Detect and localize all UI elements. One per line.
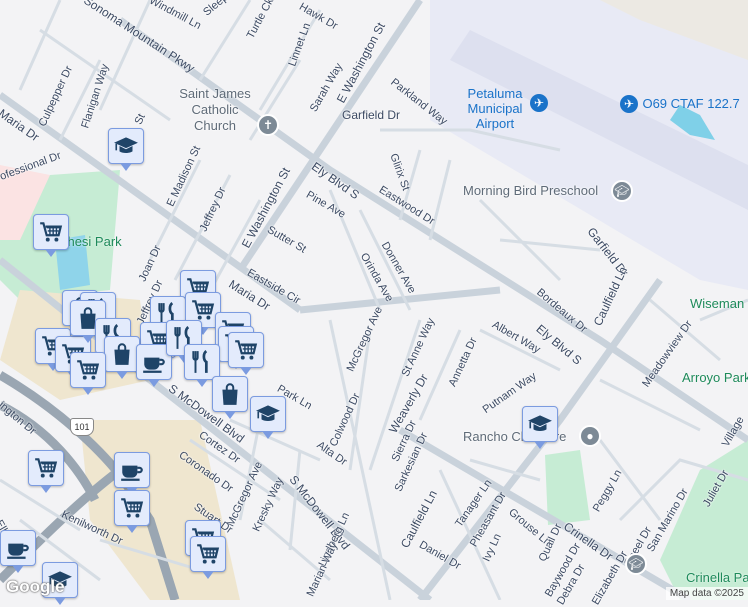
school-marker[interactable] bbox=[250, 396, 286, 439]
bag-marker[interactable] bbox=[104, 336, 140, 379]
preschool-poi[interactable]: Morning Bird Preschool 🎓︎ bbox=[463, 180, 633, 202]
school-icon bbox=[527, 411, 553, 437]
restaurant-icon bbox=[189, 349, 215, 375]
cart-icon bbox=[38, 219, 64, 245]
cart-marker[interactable] bbox=[228, 332, 264, 375]
airplane-icon: ✈ bbox=[530, 94, 548, 112]
street-label: Garfield Dr bbox=[342, 108, 401, 122]
church-poi[interactable]: Saint James Catholic Church ✝ bbox=[175, 86, 279, 136]
restaurant-marker[interactable] bbox=[184, 344, 220, 387]
park-label[interactable]: Crinella Park bbox=[686, 570, 748, 585]
airplane-icon: ✈ bbox=[620, 95, 638, 113]
school-pin-icon[interactable]: 🎓︎ bbox=[625, 553, 647, 575]
map-attribution[interactable]: Map data ©2025 bbox=[665, 587, 748, 600]
preschool-label: Morning Bird Preschool bbox=[463, 183, 599, 198]
cart-icon bbox=[119, 495, 145, 521]
coffee-marker[interactable] bbox=[0, 530, 36, 573]
cart-marker[interactable] bbox=[70, 352, 106, 395]
cart-icon bbox=[233, 337, 259, 363]
church-label: Saint James Catholic Church bbox=[179, 86, 251, 133]
airport-area bbox=[430, 0, 748, 290]
highway-shield: 101 bbox=[70, 418, 94, 436]
cart-marker[interactable] bbox=[190, 536, 226, 579]
coffee-icon bbox=[5, 535, 31, 561]
school-icon: 🎓︎ bbox=[611, 180, 633, 202]
cart-marker[interactable] bbox=[114, 490, 150, 533]
coffee-marker[interactable] bbox=[114, 452, 150, 495]
cross-icon: ✝ bbox=[257, 114, 279, 136]
cart-marker[interactable] bbox=[33, 214, 69, 257]
park-label[interactable]: Arroyo Park bbox=[682, 370, 748, 385]
airfield-poi[interactable]: ✈ O69 CTAF 122.7 bbox=[620, 95, 740, 113]
coffee-icon bbox=[119, 457, 145, 483]
airport-poi[interactable]: Petaluma Municipal Airport ✈ bbox=[455, 86, 548, 131]
cart-marker[interactable] bbox=[28, 450, 64, 493]
airport-label: Petaluma Municipal Airport bbox=[467, 86, 523, 131]
school-icon bbox=[255, 401, 281, 427]
cart-icon bbox=[33, 455, 59, 481]
bag-icon bbox=[109, 341, 135, 367]
park-label[interactable]: Wiseman bbox=[690, 296, 744, 311]
location-pin-icon: ● bbox=[579, 425, 601, 447]
coffee-icon bbox=[141, 349, 167, 375]
bag-icon bbox=[217, 381, 243, 407]
cart-icon bbox=[75, 357, 101, 383]
school-icon bbox=[113, 133, 139, 159]
airfield-label: O69 CTAF 122.7 bbox=[642, 96, 740, 111]
cart-icon bbox=[195, 541, 221, 567]
school-marker[interactable] bbox=[108, 128, 144, 171]
google-logo[interactable]: Google bbox=[6, 577, 65, 597]
bag-marker[interactable] bbox=[212, 376, 248, 419]
school-marker[interactable] bbox=[522, 406, 558, 449]
